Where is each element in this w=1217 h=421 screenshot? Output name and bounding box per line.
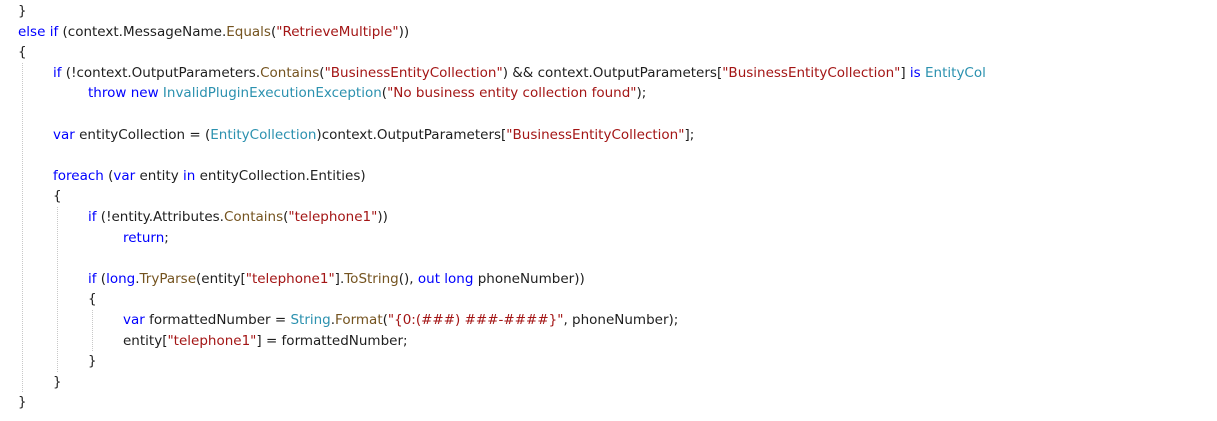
code-line: entity["telephone1"] = formattedNumber;: [123, 331, 408, 352]
code-token-keyword: var: [53, 126, 75, 143]
code-token-string: "BusinessEntityCollection": [324, 64, 503, 81]
code-token-string: "telephone1": [288, 209, 378, 225]
code-token-plain: {: [53, 188, 62, 205]
code-token-method: Contains: [223, 209, 284, 225]
code-token-method: Equals: [226, 23, 271, 40]
code-token-keyword: long: [444, 270, 474, 287]
code-line: var formattedNumber = String.Format("{0:…: [123, 310, 678, 331]
code-token-string: "No business entity collection found": [387, 85, 637, 102]
code-token-keyword: is: [909, 64, 921, 81]
code-token-plain: ].: [334, 270, 345, 287]
code-token-plain: )): [398, 23, 410, 40]
code-token-plain: phoneNumber)): [473, 270, 585, 287]
code-token-keyword: var: [123, 312, 145, 328]
code-token-plain: (: [96, 270, 107, 287]
code-token-plain: );: [636, 85, 647, 102]
code-token-string: "BusinessEntityCollection": [506, 126, 685, 143]
code-token-plain: ]: [900, 64, 910, 81]
code-token-plain: )context.OutputParameters[: [316, 126, 507, 143]
code-token-method: Contains: [260, 64, 320, 81]
code-token-plain: entityCollection = (: [74, 126, 211, 143]
code-token-string: "BusinessEntityCollection": [722, 64, 901, 81]
code-token-type: String: [290, 312, 331, 328]
code-token-plain: (),: [398, 270, 418, 287]
code-line: if (!entity.Attributes.Contains("telepho…: [88, 207, 388, 228]
code-token-plain: {: [18, 44, 27, 61]
code-line: var entityCollection = (EntityCollection…: [53, 125, 694, 146]
code-token-plain: }: [18, 394, 27, 411]
code-token-keyword: if: [53, 64, 62, 81]
code-token-plain: entityCollection.Entities): [195, 167, 366, 184]
code-token-type: EntityCol: [925, 64, 986, 81]
code-token-plain: ;: [164, 229, 169, 246]
code-token-plain: )): [377, 209, 388, 225]
code-token-keyword: out: [417, 270, 440, 287]
code-token-string: "telephone1": [167, 332, 257, 349]
code-token-plain: entity: [135, 167, 183, 184]
code-token-type: InvalidPluginExecutionException: [162, 85, 382, 102]
code-editor[interactable]: } else if (context.MessageName.Equals("Re…: [0, 0, 1217, 421]
code-line: return;: [123, 228, 169, 249]
code-token-plain: {: [88, 291, 97, 308]
code-line: {: [88, 289, 97, 310]
code-token-keyword: var: [113, 167, 136, 184]
code-line: }: [18, 392, 27, 413]
code-token-plain: , phoneNumber);: [563, 312, 679, 328]
code-token-keyword: if: [49, 23, 59, 40]
indent-guide: [57, 207, 58, 372]
code-token-keyword: new: [130, 85, 159, 102]
code-line: if (long.TryParse(entity["telephone1"].T…: [88, 269, 585, 290]
code-line: }: [18, 1, 27, 22]
code-line: {: [53, 186, 62, 207]
code-token-plain: (: [103, 167, 114, 184]
code-line: }: [88, 351, 97, 372]
code-token-type: EntityCollection: [210, 126, 317, 143]
code-token-plain: (context.MessageName.: [58, 23, 227, 40]
indent-guide: [22, 62, 23, 393]
code-token-plain: (!entity.Attributes.: [96, 209, 224, 225]
code-token-method: ToString: [344, 270, 399, 287]
code-token-string: "{0:(###) ###-####}": [387, 312, 564, 328]
code-token-plain: ) && context.OutputParameters[: [502, 64, 723, 81]
code-token-plain: formattedNumber =: [144, 312, 291, 328]
code-token-plain: (entity[: [196, 270, 246, 287]
code-token-plain: }: [88, 353, 97, 370]
code-token-plain: (!context.OutputParameters.: [61, 64, 261, 81]
code-token-keyword: long: [106, 270, 136, 287]
code-token-plain: entity[: [123, 332, 168, 349]
code-token-plain: }: [18, 3, 27, 19]
code-token-keyword: in: [182, 167, 196, 184]
code-token-method: Format: [335, 312, 383, 328]
code-token-plain: }: [53, 373, 62, 390]
code-token-plain: ] = formattedNumber;: [256, 332, 408, 349]
code-token-method: TryParse: [139, 270, 197, 287]
code-token-keyword: if: [88, 270, 97, 287]
code-token-plain: ];: [684, 126, 695, 143]
code-line: }: [53, 372, 62, 393]
code-token-string: "RetrieveMultiple": [276, 23, 399, 40]
code-line: if (!context.OutputParameters.Contains("…: [53, 63, 986, 84]
code-token-string: "telephone1": [245, 270, 335, 287]
code-line: foreach (var entity in entityCollection.…: [53, 166, 366, 187]
indent-guide: [92, 310, 93, 352]
code-token-keyword: else: [18, 23, 46, 40]
code-token-keyword: foreach: [53, 167, 104, 184]
code-token-keyword: return: [123, 229, 165, 246]
code-line: {: [18, 42, 27, 63]
code-token-keyword: throw: [88, 85, 127, 102]
code-token-keyword: if: [88, 209, 97, 225]
code-line: else if (context.MessageName.Equals("Ret…: [18, 22, 409, 43]
code-line: throw new InvalidPluginExecutionExceptio…: [88, 83, 646, 104]
